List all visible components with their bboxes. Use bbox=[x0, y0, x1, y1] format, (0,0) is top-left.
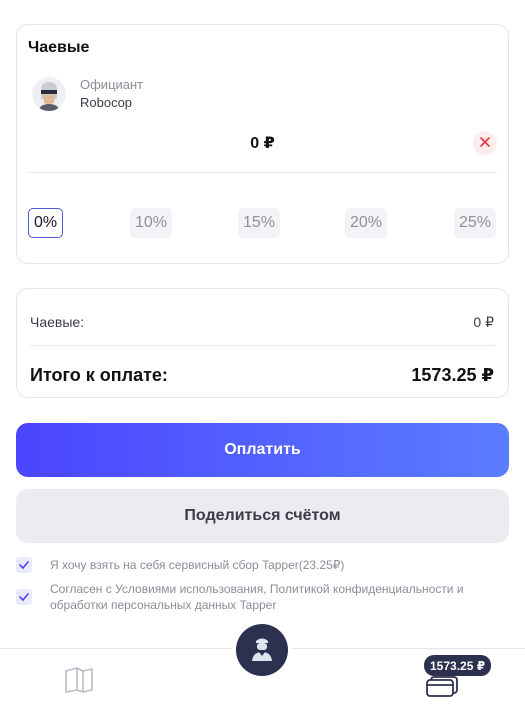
divider bbox=[30, 345, 495, 346]
clear-tip-button[interactable] bbox=[473, 131, 497, 155]
waiter-call-button[interactable] bbox=[236, 624, 288, 676]
checkmark-icon bbox=[19, 588, 29, 606]
terms-checkbox[interactable] bbox=[16, 589, 32, 605]
tip-percent-20[interactable]: 20% bbox=[345, 208, 388, 238]
divider bbox=[28, 172, 497, 173]
total-value: 1573.25 ₽ bbox=[411, 365, 494, 385]
tip-percent-0[interactable]: 0% bbox=[28, 208, 64, 238]
tips-title: Чаевые bbox=[28, 39, 90, 56]
summary-card: Чаевые: 0 ₽ Итого к оплате: 1573.25 ₽ bbox=[16, 288, 509, 398]
tips-summary-label: Чаевые: bbox=[30, 314, 85, 330]
waiter-avatar bbox=[32, 77, 66, 111]
tip-percent-25[interactable]: 25% bbox=[454, 208, 497, 238]
terms-agreement: Согласен с Условиями использования, Поли… bbox=[16, 581, 480, 613]
service-fee-checkbox[interactable] bbox=[16, 557, 32, 573]
tip-percent-10[interactable]: 10% bbox=[130, 208, 173, 238]
card-icon[interactable] bbox=[425, 675, 459, 702]
tips-summary-value: 0 ₽ bbox=[473, 314, 494, 330]
bill-total-badge: 1573.25 ₽ bbox=[424, 655, 492, 676]
share-bill-button[interactable]: Поделиться счётом bbox=[16, 489, 509, 543]
close-icon bbox=[480, 134, 490, 152]
service-fee-agreement: Я хочу взять на себя сервисный сбор Tapp… bbox=[16, 557, 480, 573]
waiter-name: Robocop bbox=[80, 95, 133, 110]
terms-text: Согласен с Условиями использования, Поли… bbox=[50, 582, 464, 612]
total-label: Итого к оплате: bbox=[30, 365, 168, 385]
tips-card: Чаевые Официант Robocop 0 ₽ 0% 10% 15% 2… bbox=[16, 24, 509, 264]
checkmark-icon bbox=[19, 556, 29, 574]
service-fee-text: Я хочу взять на себя сервисный сбор Tapp… bbox=[50, 558, 345, 572]
tip-percent-15[interactable]: 15% bbox=[238, 208, 281, 238]
pay-button[interactable]: Оплатить bbox=[16, 423, 509, 477]
tip-amount[interactable]: 0 ₽ bbox=[17, 133, 508, 153]
book-icon[interactable] bbox=[64, 667, 94, 698]
waiter-role: Официант bbox=[80, 77, 144, 92]
waiter-icon bbox=[247, 633, 277, 668]
